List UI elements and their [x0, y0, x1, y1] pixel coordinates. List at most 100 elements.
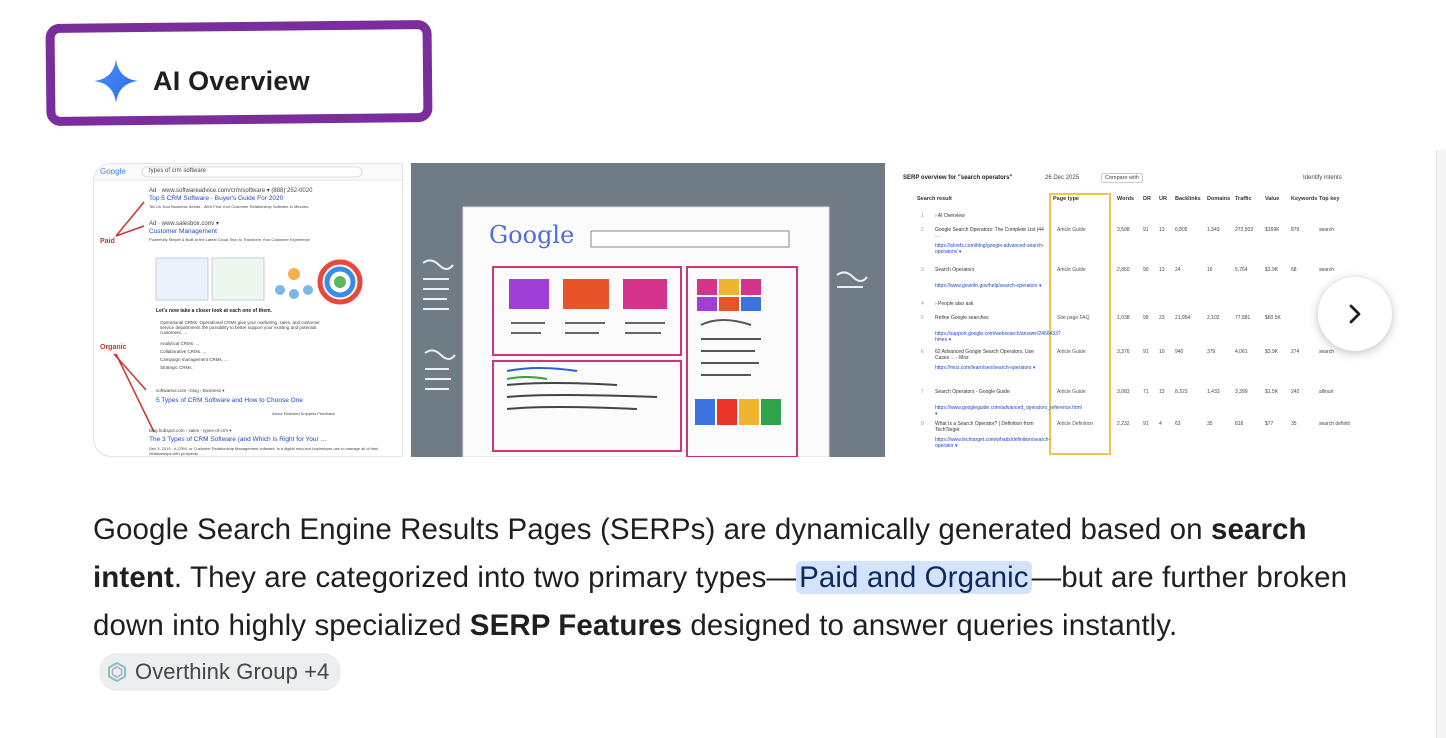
row-metric: 6,805	[1175, 227, 1188, 233]
source-chip[interactable]: Overthink Group +4	[99, 653, 342, 692]
row-metric: 91	[1143, 421, 1149, 427]
row-url: https://ahrefs.com/blog/google-advanced-…	[935, 243, 1044, 255]
row-url: https://moz.com/learn/seo/search-operato…	[935, 365, 1036, 371]
answer-bold-serp-features: SERP Features	[469, 609, 683, 642]
result-desc: Dec 3, 2019 - A CRM, or Customer Relatio…	[149, 446, 379, 456]
row-number: 5	[921, 315, 924, 321]
row-page-type: Article Guide	[1057, 227, 1086, 233]
row-metric: 940	[1175, 349, 1184, 355]
row-metric: 13	[1159, 267, 1165, 273]
answer-text: . They are categorized into two primary …	[173, 561, 797, 594]
result-title: 5 Types of CRM Software and How to Choos…	[156, 397, 303, 404]
row-metric: 8,323	[1175, 389, 1188, 395]
sparkle-icon	[94, 59, 138, 103]
google-illustration-graphics	[422, 206, 868, 457]
row-metric: 35	[1207, 421, 1213, 427]
snippet-heading: Let's now take a closer look at each one…	[156, 308, 272, 314]
table-column-header: Keywords	[1291, 196, 1318, 202]
image-thumbnail-serp-example[interactable]: Google types of crm software Ad · www.so…	[93, 163, 403, 457]
row-title: Google Search Operators: The Complete Li…	[935, 227, 1044, 239]
row-number: 3	[921, 267, 924, 273]
row-metric: 13	[1159, 227, 1165, 233]
row-metric: $77	[1265, 421, 1274, 427]
table-column-header: Value	[1265, 196, 1280, 202]
row-metric: 3,376	[1117, 349, 1130, 355]
row-number: 7	[921, 389, 924, 395]
row-url: https://www.govinfo.gov/help/search-oper…	[935, 283, 1042, 289]
image-thumbnail-serp-table[interactable]: SERP overview for "search operators" 26 …	[893, 163, 1363, 457]
row-metric: 63	[1175, 421, 1181, 427]
carousel-next-button[interactable]	[1318, 277, 1392, 351]
row-metric: 21,954	[1175, 315, 1191, 321]
google-logo-small: Google	[100, 167, 126, 176]
answer-text: designed to answer queries instantly.	[682, 609, 1178, 642]
row-metric: 3,083	[1117, 389, 1130, 395]
row-metric: 24	[1175, 267, 1181, 273]
table-column-header: Domains	[1207, 196, 1231, 202]
row-number: 1	[921, 213, 924, 219]
row-metric: 1,433	[1207, 389, 1220, 395]
google-logo-illustration: Google	[489, 221, 575, 249]
row-metric: 91	[1143, 349, 1149, 355]
row-metric: 272,503	[1235, 227, 1254, 233]
row-metric: $60.5K	[1265, 315, 1281, 321]
row-title: Search Operators - Google Guide	[935, 389, 1010, 395]
row-url: https://www.techtarget.com/whatis/defini…	[935, 437, 1051, 449]
ad-url: Ad · www.salesbox.com/ ▾	[149, 221, 220, 227]
compare-dropdown: Compare with	[1101, 173, 1143, 183]
result-url: softwareui.com › blog › Business ▾	[156, 388, 225, 393]
row-metric: 818	[1235, 421, 1244, 427]
row-metric: 90	[1143, 267, 1149, 273]
row-metric: 4,061	[1235, 349, 1248, 355]
row-metric: $3.9K	[1265, 267, 1279, 273]
row-title: › People also ask	[935, 301, 974, 307]
row-number: 6	[921, 349, 924, 355]
row-metric: 2,232	[1117, 421, 1130, 427]
row-metric: search	[1319, 267, 1335, 273]
table-column-header: Traffic	[1235, 196, 1252, 202]
highlighted-phrase[interactable]: Paid and Organic	[796, 561, 1032, 594]
row-url: https://www.googleguide.com/advanced_ope…	[935, 405, 1082, 417]
table-column-header: Words	[1117, 196, 1135, 202]
ai-overview-header: AI Overview	[93, 58, 310, 104]
table-column-header: Search result	[917, 196, 952, 202]
row-title: 62 Advanced Google Search Operators, Use…	[935, 349, 1034, 361]
table-heading: SERP overview for "search operators"	[903, 175, 1013, 181]
row-metric: 77,881	[1235, 315, 1251, 321]
identify-intents: Identify intents	[1303, 175, 1342, 181]
row-metric: search	[1319, 227, 1335, 233]
chevron-right-icon	[1349, 304, 1361, 324]
row-metric: 99	[1143, 315, 1149, 321]
row-metric: 35	[1291, 421, 1297, 427]
image-thumbnail-google-illustration[interactable]: Google	[411, 163, 885, 457]
row-title: What Is a Search Operator? | Definition …	[935, 421, 1034, 433]
snippet-bullet: Operational CRMs. Operational CRMs give …	[160, 320, 320, 335]
label-paid: Paid	[100, 238, 115, 245]
snippet-bullet: Collaborative CRMs. ...	[160, 349, 207, 354]
row-url: https://support.google.com/websearch/ans…	[935, 331, 1061, 343]
row-metric: 1,038	[1117, 315, 1130, 321]
row-metric: search	[1319, 349, 1335, 355]
row-metric: 274	[1291, 349, 1300, 355]
snippet-bullet: Campaign management CRMs. ...	[160, 357, 229, 362]
row-metric: 2,860	[1117, 267, 1130, 273]
row-number: 4	[921, 301, 924, 307]
row-metric: 5,764	[1235, 267, 1248, 273]
adjacent-panel-edge	[1436, 150, 1446, 738]
row-metric: 68	[1291, 267, 1297, 273]
row-metric: 91	[1143, 227, 1149, 233]
row-page-type: Article Guide	[1057, 349, 1086, 355]
snippet-bullet: Analytical CRMs. ...	[160, 341, 200, 346]
result-url: blog.hubspot.com › sales › types-of-crm …	[149, 428, 232, 433]
row-metric: 879	[1291, 227, 1300, 233]
result-title: The 3 Types of CRM Software (and Which I…	[149, 436, 326, 443]
row-metric: 3,399	[1235, 389, 1248, 395]
row-title: Search Operators	[935, 267, 975, 273]
answer-text: Google Search Engine Results Pages (SERP…	[93, 513, 1211, 546]
feedback-link: About Featured Snippets Feedback	[272, 411, 335, 416]
row-metric: 4	[1159, 421, 1162, 427]
row-number: 2	[921, 227, 924, 233]
ai-overview-answer: Google Search Engine Results Pages (SERP…	[93, 506, 1353, 698]
row-title: Refine Google searches	[935, 315, 989, 321]
row-title: › AI Overview	[935, 213, 965, 219]
